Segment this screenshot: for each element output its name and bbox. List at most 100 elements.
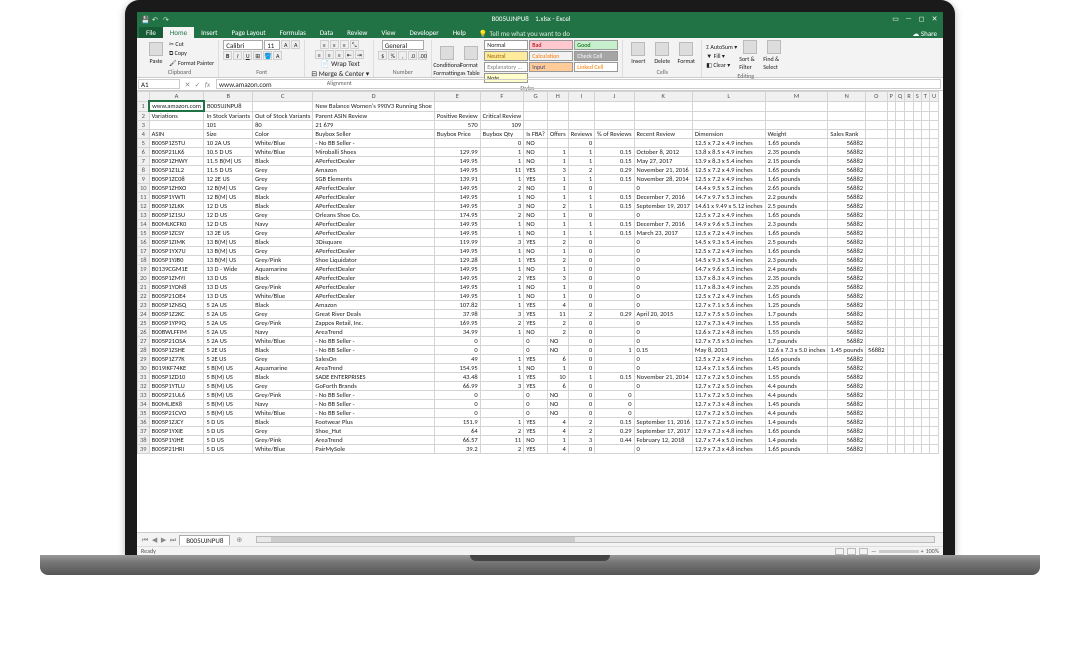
cell[interactable] bbox=[905, 139, 914, 148]
cell[interactable] bbox=[887, 130, 895, 139]
cell[interactable]: 0 bbox=[568, 139, 594, 148]
cell[interactable] bbox=[921, 409, 929, 418]
cell[interactable] bbox=[895, 355, 904, 364]
cell[interactable] bbox=[913, 445, 921, 454]
cell[interactable]: Parent ASIN Review bbox=[313, 111, 434, 121]
cell[interactable] bbox=[921, 310, 929, 319]
cell[interactable]: 1.65 pounds bbox=[765, 445, 828, 454]
cell[interactable] bbox=[866, 319, 887, 328]
cell[interactable] bbox=[866, 256, 887, 265]
cell[interactable]: 1 bbox=[547, 364, 568, 373]
cell[interactable]: 56882 bbox=[828, 337, 866, 346]
cell[interactable] bbox=[887, 427, 895, 436]
cell[interactable] bbox=[905, 184, 914, 193]
cell[interactable] bbox=[866, 265, 887, 274]
cell[interactable]: B005P21UL6 bbox=[149, 391, 204, 400]
cell[interactable]: 1 bbox=[480, 328, 524, 337]
cell[interactable] bbox=[895, 337, 904, 346]
cell[interactable] bbox=[887, 391, 895, 400]
cell[interactable] bbox=[913, 202, 921, 211]
cell[interactable] bbox=[905, 337, 914, 346]
row-header[interactable]: 1 bbox=[138, 101, 150, 111]
cell[interactable]: 56882 bbox=[828, 391, 866, 400]
cell[interactable] bbox=[913, 193, 921, 202]
cell[interactable] bbox=[905, 211, 914, 220]
cell[interactable]: 0 bbox=[634, 247, 692, 256]
cell[interactable]: 0 bbox=[434, 337, 480, 346]
cell[interactable]: 56882 bbox=[828, 220, 866, 229]
cell[interactable]: YES bbox=[524, 301, 548, 310]
cell[interactable]: Zappos Retail, Inc. bbox=[313, 319, 434, 328]
cell[interactable] bbox=[895, 247, 904, 256]
cell[interactable]: 2.35 pounds bbox=[765, 148, 828, 157]
cell[interactable]: 13 2E US bbox=[204, 229, 253, 238]
cell[interactable] bbox=[434, 101, 480, 111]
cell[interactable]: 13 D - Wide bbox=[204, 265, 253, 274]
cell[interactable] bbox=[913, 310, 921, 319]
cell[interactable] bbox=[921, 166, 929, 175]
delete-cells-button[interactable]: Delete bbox=[651, 42, 673, 65]
row-header[interactable]: 38 bbox=[138, 436, 150, 445]
cell[interactable]: 0 bbox=[568, 346, 594, 355]
cell[interactable]: NO bbox=[524, 328, 548, 337]
cell[interactable]: 12.5 x 7.2 x 4.9 inches bbox=[692, 355, 765, 364]
cell[interactable]: 0 bbox=[634, 328, 692, 337]
cell[interactable]: 0.44 bbox=[595, 436, 634, 445]
cell[interactable]: 0 bbox=[634, 382, 692, 391]
worksheet-grid[interactable]: ABCDEFGHIJKLMNOPQRSTU1www.amazon.comB005… bbox=[137, 91, 943, 532]
number-format-dropdown[interactable]: General bbox=[382, 40, 424, 50]
formula-input[interactable]: www.amazon.com bbox=[216, 79, 941, 89]
close-icon[interactable]: ✕ bbox=[930, 14, 939, 23]
cell[interactable] bbox=[568, 111, 594, 121]
sheet-nav-next-icon[interactable]: ▶ bbox=[160, 535, 167, 544]
cell[interactable]: 14.5 x 9.3 x 5.4 inches bbox=[692, 238, 765, 247]
cell[interactable]: 0.15 bbox=[634, 346, 692, 355]
cell[interactable] bbox=[913, 373, 921, 382]
cell[interactable]: 56882 bbox=[828, 247, 866, 256]
cell[interactable] bbox=[913, 130, 921, 139]
cell[interactable] bbox=[480, 409, 524, 418]
ribbon-options-icon[interactable]: ▭ bbox=[891, 14, 900, 23]
cell[interactable]: October 8, 2012 bbox=[634, 148, 692, 157]
cell[interactable] bbox=[905, 301, 914, 310]
cell[interactable] bbox=[895, 238, 904, 247]
cancel-formula-icon[interactable]: ✕ bbox=[183, 80, 192, 89]
cell[interactable]: 5 2E US bbox=[204, 355, 253, 364]
cell[interactable] bbox=[905, 409, 914, 418]
cell[interactable]: 21 679 bbox=[313, 121, 434, 130]
cell[interactable] bbox=[887, 400, 895, 409]
cell[interactable]: 1 bbox=[568, 148, 594, 157]
cell[interactable]: 56882 bbox=[828, 211, 866, 220]
cell[interactable]: 56882 bbox=[828, 238, 866, 247]
column-header[interactable]: K bbox=[634, 92, 692, 102]
cell[interactable]: 0 bbox=[634, 211, 692, 220]
cell[interactable] bbox=[895, 202, 904, 211]
cell[interactable]: 12.7 x 7.4 x 5.0 inches bbox=[692, 436, 765, 445]
cell[interactable] bbox=[895, 256, 904, 265]
cell[interactable]: 11.5 B(M) US bbox=[204, 157, 253, 166]
cell[interactable] bbox=[913, 292, 921, 301]
row-header[interactable]: 37 bbox=[138, 427, 150, 436]
cell[interactable] bbox=[692, 121, 765, 130]
cell[interactable]: APerfectDealer bbox=[313, 274, 434, 283]
cell[interactable]: 1.45 pounds bbox=[828, 346, 866, 355]
cell[interactable] bbox=[895, 166, 904, 175]
cell[interactable] bbox=[895, 175, 904, 184]
cell[interactable]: SADE ENTERPRISES bbox=[313, 373, 434, 382]
cut-button[interactable]: ✂ Cut bbox=[169, 40, 214, 48]
cell[interactable] bbox=[595, 184, 634, 193]
cell[interactable] bbox=[866, 337, 887, 346]
cell[interactable]: 107.82 bbox=[434, 301, 480, 310]
cell[interactable] bbox=[921, 211, 929, 220]
cell[interactable] bbox=[913, 148, 921, 157]
cell[interactable]: Grey bbox=[253, 310, 313, 319]
cell[interactable] bbox=[913, 346, 921, 355]
cell[interactable]: B005P1ZLKK bbox=[149, 202, 204, 211]
align-bottom-icon[interactable]: ≡ bbox=[340, 40, 349, 49]
cell[interactable]: 2.5 pounds bbox=[765, 202, 828, 211]
cell[interactable]: 12.7 x 7.2 x 5.0 inches bbox=[692, 373, 765, 382]
cell[interactable] bbox=[929, 238, 938, 247]
cell[interactable] bbox=[866, 211, 887, 220]
cell[interactable] bbox=[929, 175, 938, 184]
cell[interactable] bbox=[905, 391, 914, 400]
